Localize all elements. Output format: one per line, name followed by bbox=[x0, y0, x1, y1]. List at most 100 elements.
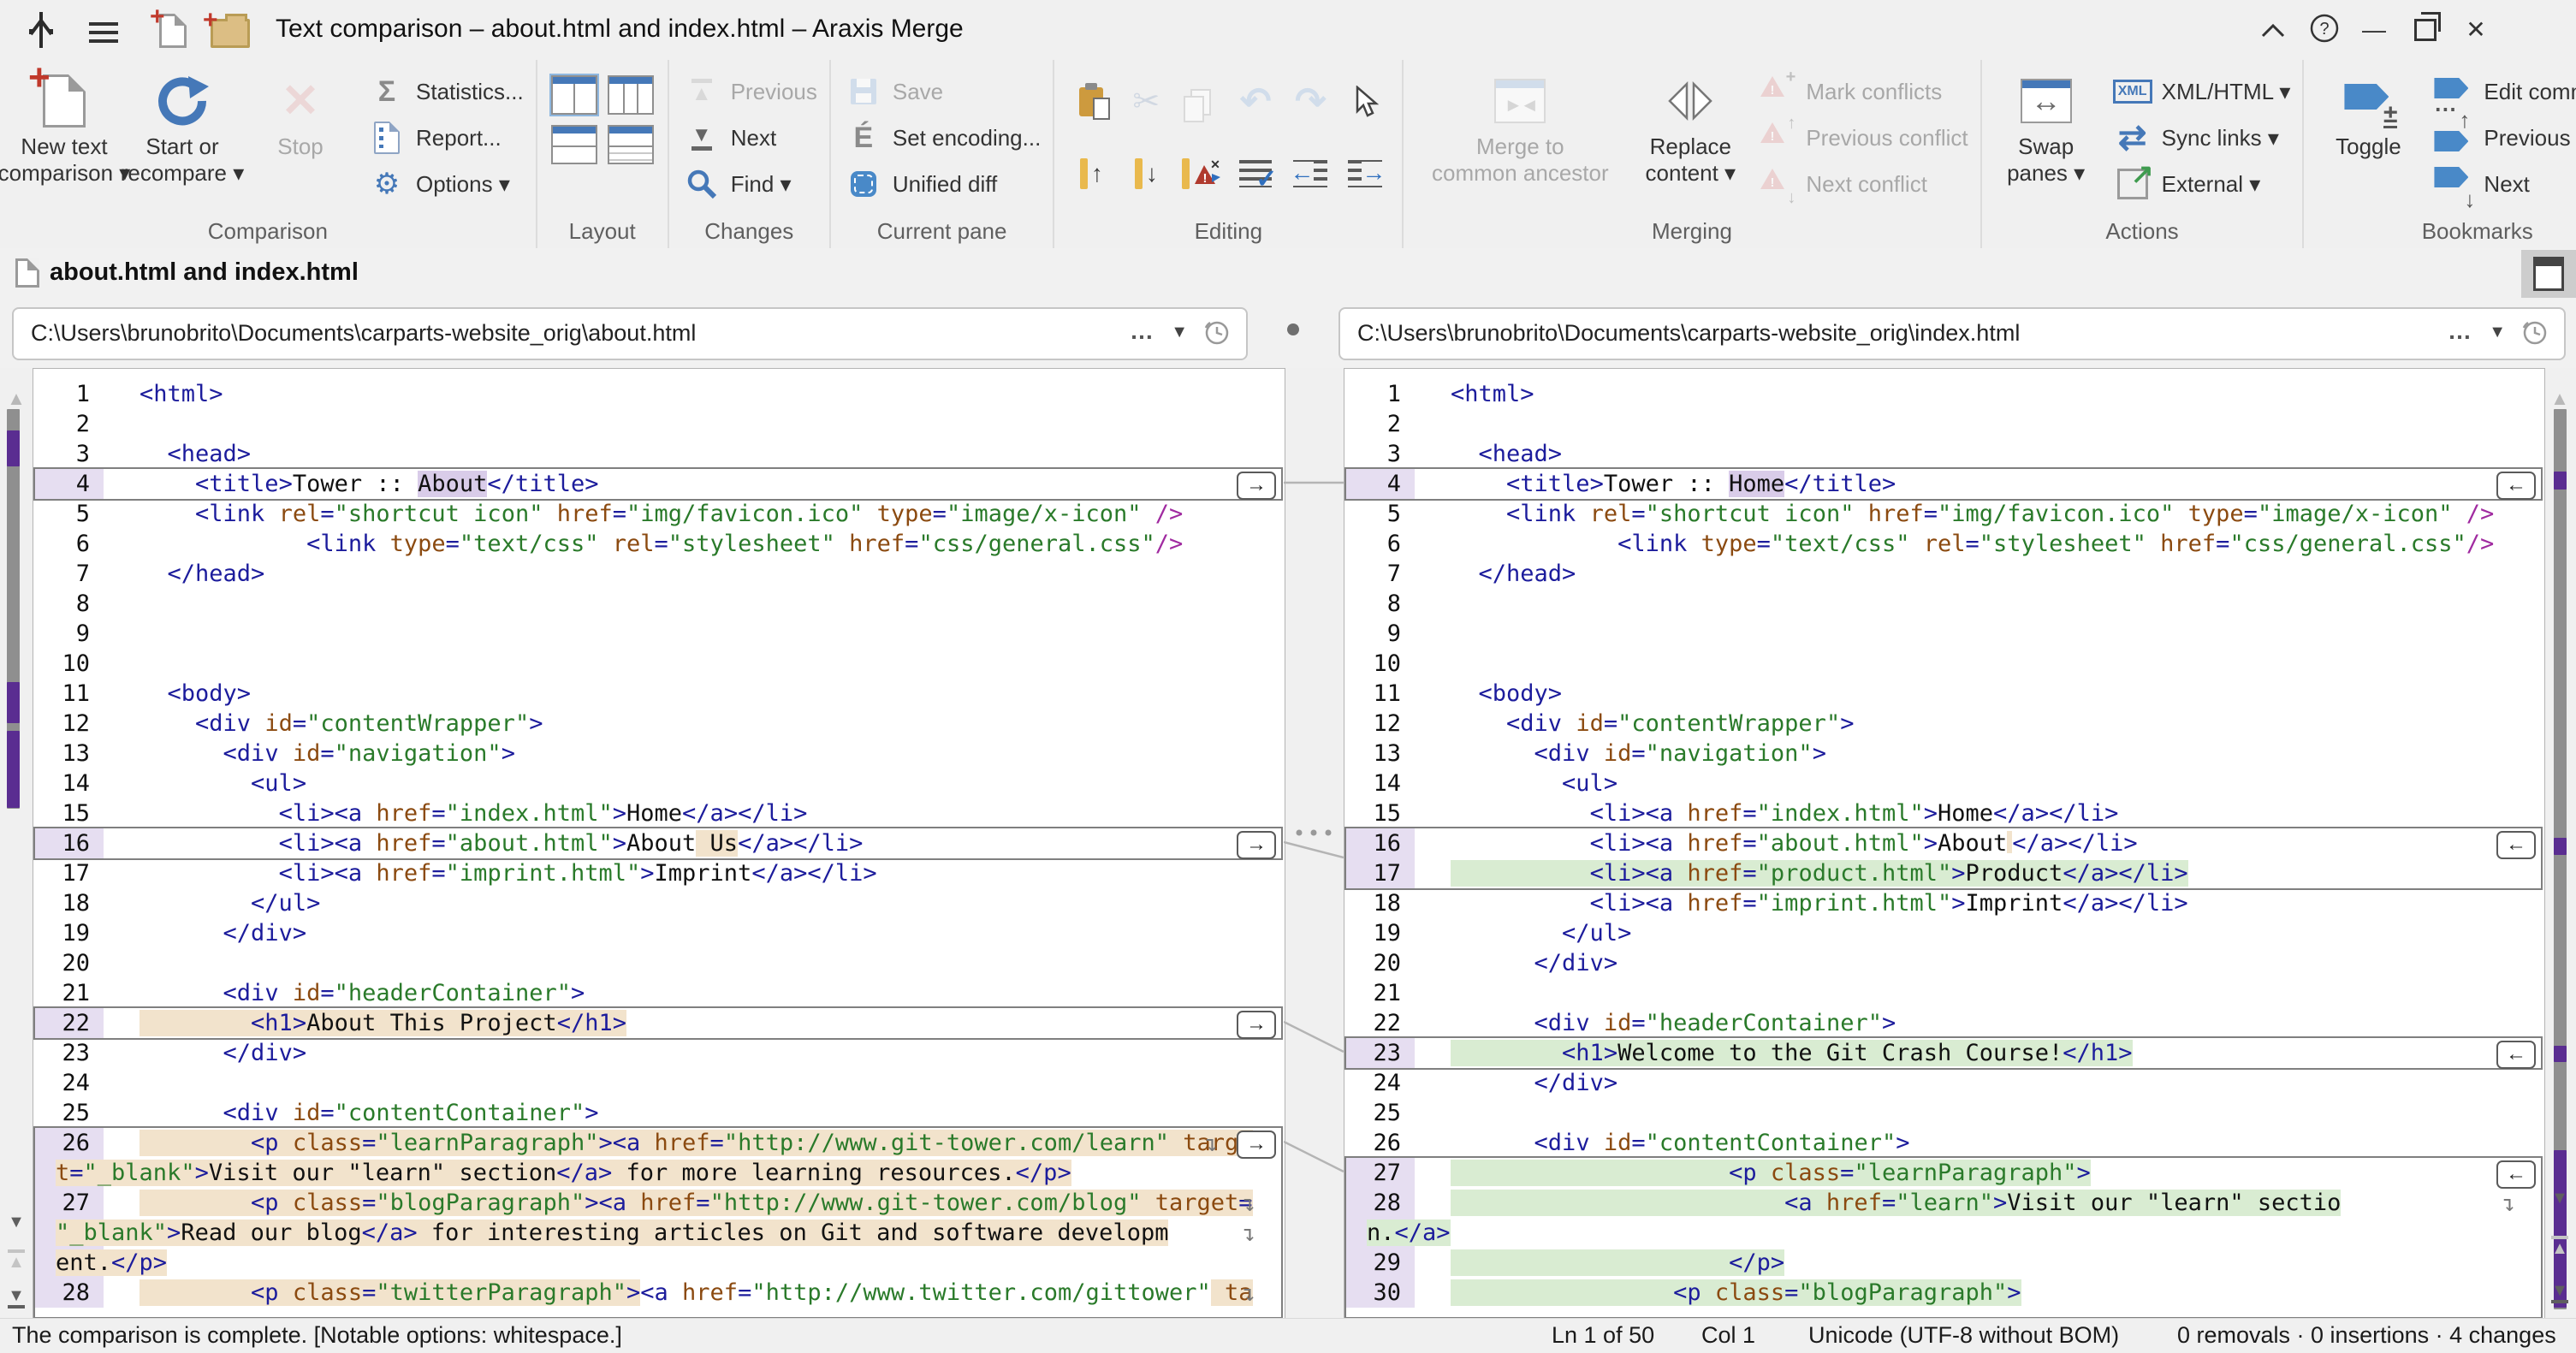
copy-change-left-button[interactable]: ← bbox=[2496, 1041, 2536, 1069]
left-code-pane[interactable]: 1<html>23 <head>4 <title>Tower :: About<… bbox=[33, 368, 1285, 1320]
code-line[interactable]: 14 <ul> bbox=[1344, 768, 2544, 798]
copy-button[interactable] bbox=[1176, 68, 1226, 135]
statistics-button[interactable]: ΣStatistics... bbox=[366, 70, 524, 113]
previous-conflict-button[interactable]: !↑Previous conflict bbox=[1756, 116, 1968, 159]
edit-comment-button[interactable]: ⋯Edit comment... bbox=[2434, 70, 2576, 113]
code-line[interactable]: 13 <div id="navigation"> bbox=[1344, 739, 2544, 768]
xml-html-button[interactable]: XMLXML/HTML ▾ bbox=[2112, 70, 2291, 113]
merge-to-common-ancestor-button[interactable]: ►◄Merge tocommon ancestor bbox=[1416, 68, 1624, 217]
code-line[interactable]: 9 bbox=[33, 619, 1285, 649]
code-line[interactable]: t="_blank">Visit our "learn" section</a>… bbox=[33, 1158, 1285, 1188]
left-path-field[interactable]: C:\Users\brunobrito\Documents\carparts-w… bbox=[12, 307, 1248, 360]
chevron-up-icon[interactable] bbox=[2254, 14, 2292, 46]
chevron-down-icon[interactable]: ▼ bbox=[1171, 323, 1188, 342]
scroll-up-icon[interactable]: ▲ bbox=[2549, 389, 2570, 408]
options-button[interactable]: ⚙Options ▾ bbox=[366, 163, 524, 205]
code-line[interactable]: 14 <ul> bbox=[33, 768, 1285, 798]
chevron-down-icon[interactable]: ▼ bbox=[2489, 323, 2506, 342]
code-line[interactable]: 23 </div> bbox=[33, 1038, 1285, 1068]
code-line[interactable]: 12 <div id="contentWrapper"> bbox=[33, 709, 1285, 739]
find-button[interactable]: Find ▾ bbox=[681, 163, 817, 205]
next-button[interactable]: ▼Next bbox=[681, 116, 817, 159]
right-overview-strip[interactable]: ▲▼▲▼ bbox=[2543, 368, 2576, 1318]
code-line[interactable]: 20 bbox=[33, 948, 1285, 978]
previous-block-button[interactable]: ↑ bbox=[1066, 140, 1116, 207]
previous-difference-icon[interactable]: ▲ bbox=[2551, 1236, 2568, 1257]
tab-comparison[interactable]: about.html and index.html bbox=[50, 258, 359, 287]
scroll-up-icon[interactable]: ▲ bbox=[6, 389, 27, 408]
code-line[interactable]: 6 <link type="text/css" rel="stylesheet"… bbox=[1344, 529, 2544, 559]
code-line[interactable]: 18 <li><a href="imprint.html">Imprint</a… bbox=[1344, 888, 2544, 918]
external-button[interactable]: ↗External ▾ bbox=[2112, 163, 2291, 205]
close-button[interactable]: ✕ bbox=[2457, 14, 2495, 46]
new-text-comparison-button[interactable]: +New textcomparison ▾ bbox=[12, 68, 116, 217]
next-conflict-button[interactable]: !↓Next conflict bbox=[1756, 163, 1968, 205]
code-line[interactable]: 19 </ul> bbox=[1344, 918, 2544, 948]
accept-lines-button[interactable]: ✓ bbox=[1231, 140, 1280, 207]
code-line[interactable]: 2 bbox=[33, 409, 1285, 439]
code-line[interactable]: 1<html> bbox=[1344, 379, 2544, 409]
menu-icon[interactable] bbox=[89, 17, 118, 48]
browse-ellipsis-icon[interactable]: … bbox=[1130, 317, 1154, 345]
left-overview-strip[interactable]: ▲▼▲▼ bbox=[0, 368, 33, 1318]
code-line[interactable]: 24 </div> bbox=[1344, 1068, 2544, 1098]
unindent-button[interactable]: ← bbox=[1285, 140, 1335, 207]
paste-button[interactable] bbox=[1066, 68, 1116, 135]
right-path[interactable]: C:\Users\brunobrito\Documents\carparts-w… bbox=[1357, 320, 2020, 347]
open-folder-icon[interactable]: + bbox=[211, 19, 250, 48]
code-line[interactable]: 10 bbox=[33, 649, 1285, 679]
change-marker[interactable] bbox=[7, 430, 20, 466]
code-line[interactable]: 3 <head> bbox=[1344, 439, 2544, 469]
copy-change-right-button[interactable]: → bbox=[1237, 1130, 1276, 1159]
next-button[interactable]: ↓Next bbox=[2434, 163, 2576, 205]
undo-button[interactable]: ↶ bbox=[1231, 68, 1280, 135]
code-line[interactable]: 21 <div id="headerContainer"> bbox=[33, 978, 1285, 1008]
change-marker[interactable] bbox=[2554, 472, 2567, 490]
copy-change-left-button[interactable]: ← bbox=[2496, 1160, 2536, 1189]
code-line[interactable]: 17 <li><a href="imprint.html">Imprint</a… bbox=[33, 858, 1285, 888]
previous-difference-icon[interactable]: ▲ bbox=[8, 1249, 25, 1271]
code-line[interactable]: 17 <li><a href="product.html">Product</a… bbox=[1344, 858, 2544, 888]
copy-change-right-button[interactable]: → bbox=[1237, 472, 1276, 500]
start-or-recompare-button[interactable]: Start orrecompare ▾ bbox=[130, 68, 234, 217]
code-line[interactable]: 22 <div id="headerContainer"> bbox=[1344, 1008, 2544, 1038]
code-line[interactable]: 13 <div id="navigation"> bbox=[33, 739, 1285, 768]
previous-button[interactable]: ▲Previous bbox=[681, 70, 817, 113]
copy-change-right-button[interactable]: → bbox=[1237, 831, 1276, 859]
restore-button[interactable] bbox=[2407, 14, 2444, 46]
minimize-button[interactable]: — bbox=[2355, 14, 2393, 46]
code-line[interactable]: 15 <li><a href="index.html">Home</a></li… bbox=[1344, 798, 2544, 828]
select-pointer-button[interactable] bbox=[1340, 68, 1390, 135]
set-encoding-button[interactable]: ÉSet encoding... bbox=[843, 116, 1041, 159]
browse-ellipsis-icon[interactable]: … bbox=[2448, 317, 2472, 345]
change-marker[interactable] bbox=[2554, 1046, 2567, 1062]
code-line[interactable]: 22 <h1>About This Project</h1> bbox=[33, 1008, 1285, 1038]
report-button[interactable]: Report... bbox=[366, 116, 524, 159]
history-icon[interactable] bbox=[1203, 319, 1231, 351]
code-line[interactable]: 7 </head> bbox=[1344, 559, 2544, 589]
next-difference-icon[interactable]: ▼ bbox=[8, 1287, 25, 1308]
left-path[interactable]: C:\Users\brunobrito\Documents\carparts-w… bbox=[31, 320, 696, 347]
right-code-pane[interactable]: 1<html>23 <head>4 <title>Tower :: Home</… bbox=[1344, 368, 2545, 1320]
layout-two-columns[interactable] bbox=[549, 74, 599, 116]
status-encoding[interactable]: Unicode (UTF-8 without BOM) bbox=[1808, 1322, 2119, 1349]
code-line[interactable]: 26 <p class="learnParagraph"><a href="ht… bbox=[33, 1128, 1285, 1158]
code-line[interactable]: 29 </p> bbox=[1344, 1248, 2544, 1278]
layout-two-rows[interactable] bbox=[549, 123, 599, 166]
code-line[interactable]: ent.</p> bbox=[33, 1248, 1285, 1278]
code-line[interactable]: 23 <h1>Welcome to the Git Crash Course!<… bbox=[1344, 1038, 2544, 1068]
code-line[interactable]: 5 <link rel="shortcut icon" href="img/fa… bbox=[33, 499, 1285, 529]
unified-diff-button[interactable]: Unified diff bbox=[843, 163, 1041, 205]
cut-button[interactable]: ✂ bbox=[1121, 68, 1171, 135]
code-line[interactable]: 8 bbox=[1344, 589, 2544, 619]
code-line[interactable]: 1<html> bbox=[33, 379, 1285, 409]
stop-button[interactable]: ✕Stop bbox=[248, 68, 353, 217]
code-line[interactable]: 16 <li><a href="about.html">About</a></l… bbox=[1344, 828, 2544, 858]
code-line[interactable]: 19 </div> bbox=[33, 918, 1285, 948]
code-line[interactable]: 16 <li><a href="about.html">About Us</a>… bbox=[33, 828, 1285, 858]
code-line[interactable]: 30 <p class="blogParagraph"> bbox=[1344, 1278, 2544, 1308]
indent-button[interactable]: → bbox=[1340, 140, 1390, 207]
right-path-field[interactable]: C:\Users\brunobrito\Documents\carparts-w… bbox=[1338, 307, 2566, 360]
swap-panes-button[interactable]: ↔Swappanes ▾ bbox=[1994, 68, 2098, 217]
copy-change-left-button[interactable]: ← bbox=[2496, 831, 2536, 859]
